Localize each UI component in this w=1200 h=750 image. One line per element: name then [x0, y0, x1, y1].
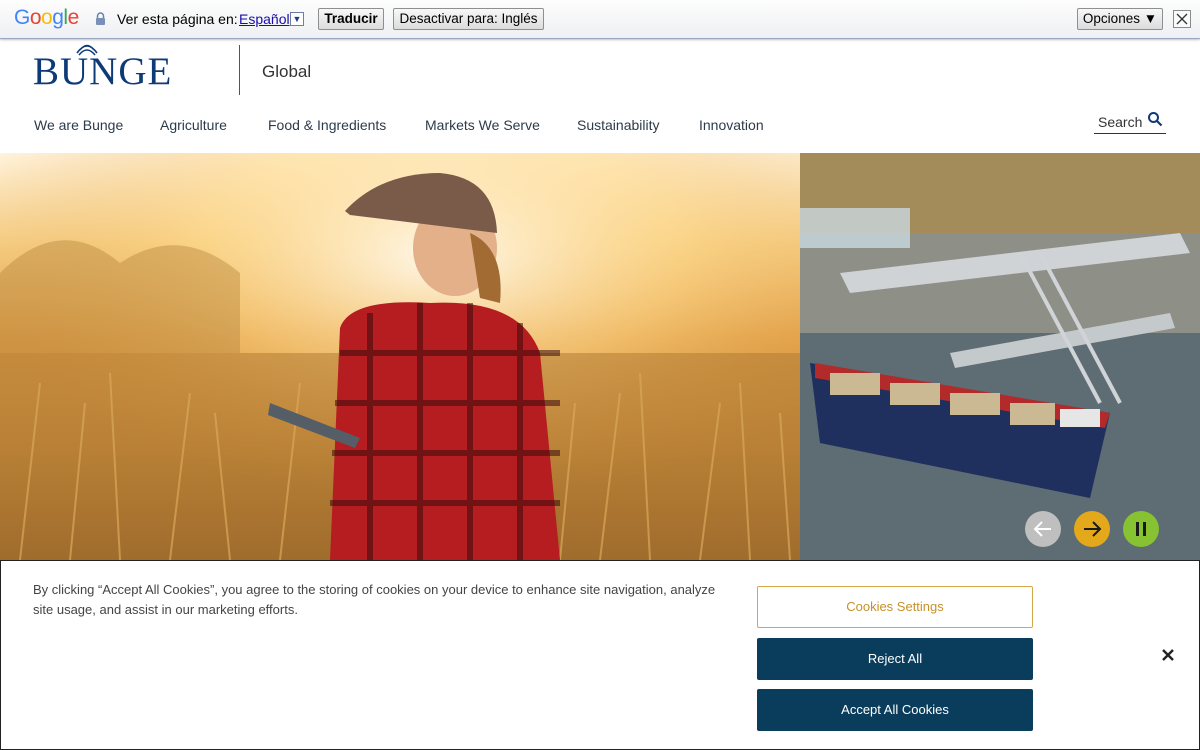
cookie-banner: By clicking “Accept All Cookies”, you ag…: [0, 560, 1200, 750]
logo-letter: o: [29, 6, 42, 29]
carousel-pause-button[interactable]: [1123, 511, 1159, 547]
google-logo: Google: [14, 6, 79, 30]
hero-image-farmer: [0, 153, 800, 560]
translate-prompt: Ver esta página en:: [117, 11, 238, 27]
search-field[interactable]: Search: [1094, 110, 1166, 134]
arrow-left-icon: [1033, 521, 1051, 537]
close-translate-bar-button[interactable]: [1173, 10, 1191, 28]
carousel-next-button[interactable]: [1074, 511, 1110, 547]
nav-food-ingredients[interactable]: Food & Ingredients: [268, 117, 386, 133]
options-button[interactable]: Opciones ▼: [1077, 8, 1163, 30]
carousel-prev-button[interactable]: [1025, 511, 1061, 547]
language-link[interactable]: Español: [239, 11, 290, 27]
search-label: Search: [1098, 114, 1143, 130]
nav-agriculture[interactable]: Agriculture: [160, 117, 227, 133]
close-icon: [1176, 13, 1188, 25]
translate-bar: Google Ver esta página en: Español ▼ Tra…: [0, 0, 1200, 39]
header-divider: [239, 45, 240, 95]
cookies-settings-button[interactable]: Cookies Settings: [757, 586, 1033, 628]
logo-wordmark: BUNGE: [33, 50, 173, 93]
close-icon[interactable]: [1158, 645, 1178, 665]
nav-markets-we-serve[interactable]: Markets We Serve: [425, 117, 540, 133]
logo-letter: G: [14, 6, 30, 29]
cookie-message: By clicking “Accept All Cookies”, you ag…: [33, 582, 716, 617]
region-label: Global: [262, 62, 312, 81]
logo-letter: o: [41, 6, 53, 29]
nav-innovation[interactable]: Innovation: [699, 117, 764, 133]
logo-letter: e: [67, 6, 80, 29]
hero-image-port: [800, 153, 1200, 560]
bunge-logo[interactable]: BUNGE: [33, 44, 215, 92]
pause-icon: [1136, 522, 1146, 536]
translate-button[interactable]: Traducir: [318, 8, 384, 30]
search-icon[interactable]: [1147, 111, 1163, 127]
nav-sustainability[interactable]: Sustainability: [577, 117, 660, 133]
accept-all-cookies-button[interactable]: Accept All Cookies: [757, 689, 1033, 731]
lock-icon: [96, 12, 105, 25]
chevron-down-icon: ▼: [292, 14, 302, 24]
logo-letter: g: [52, 6, 64, 29]
language-dropdown[interactable]: ▼: [290, 12, 304, 26]
nav-we-are-bunge[interactable]: We are Bunge: [34, 117, 123, 133]
arrow-right-icon: [1084, 521, 1102, 537]
reject-all-button[interactable]: Reject All: [757, 638, 1033, 680]
disable-translation-button[interactable]: Desactivar para: Inglés: [393, 8, 544, 30]
